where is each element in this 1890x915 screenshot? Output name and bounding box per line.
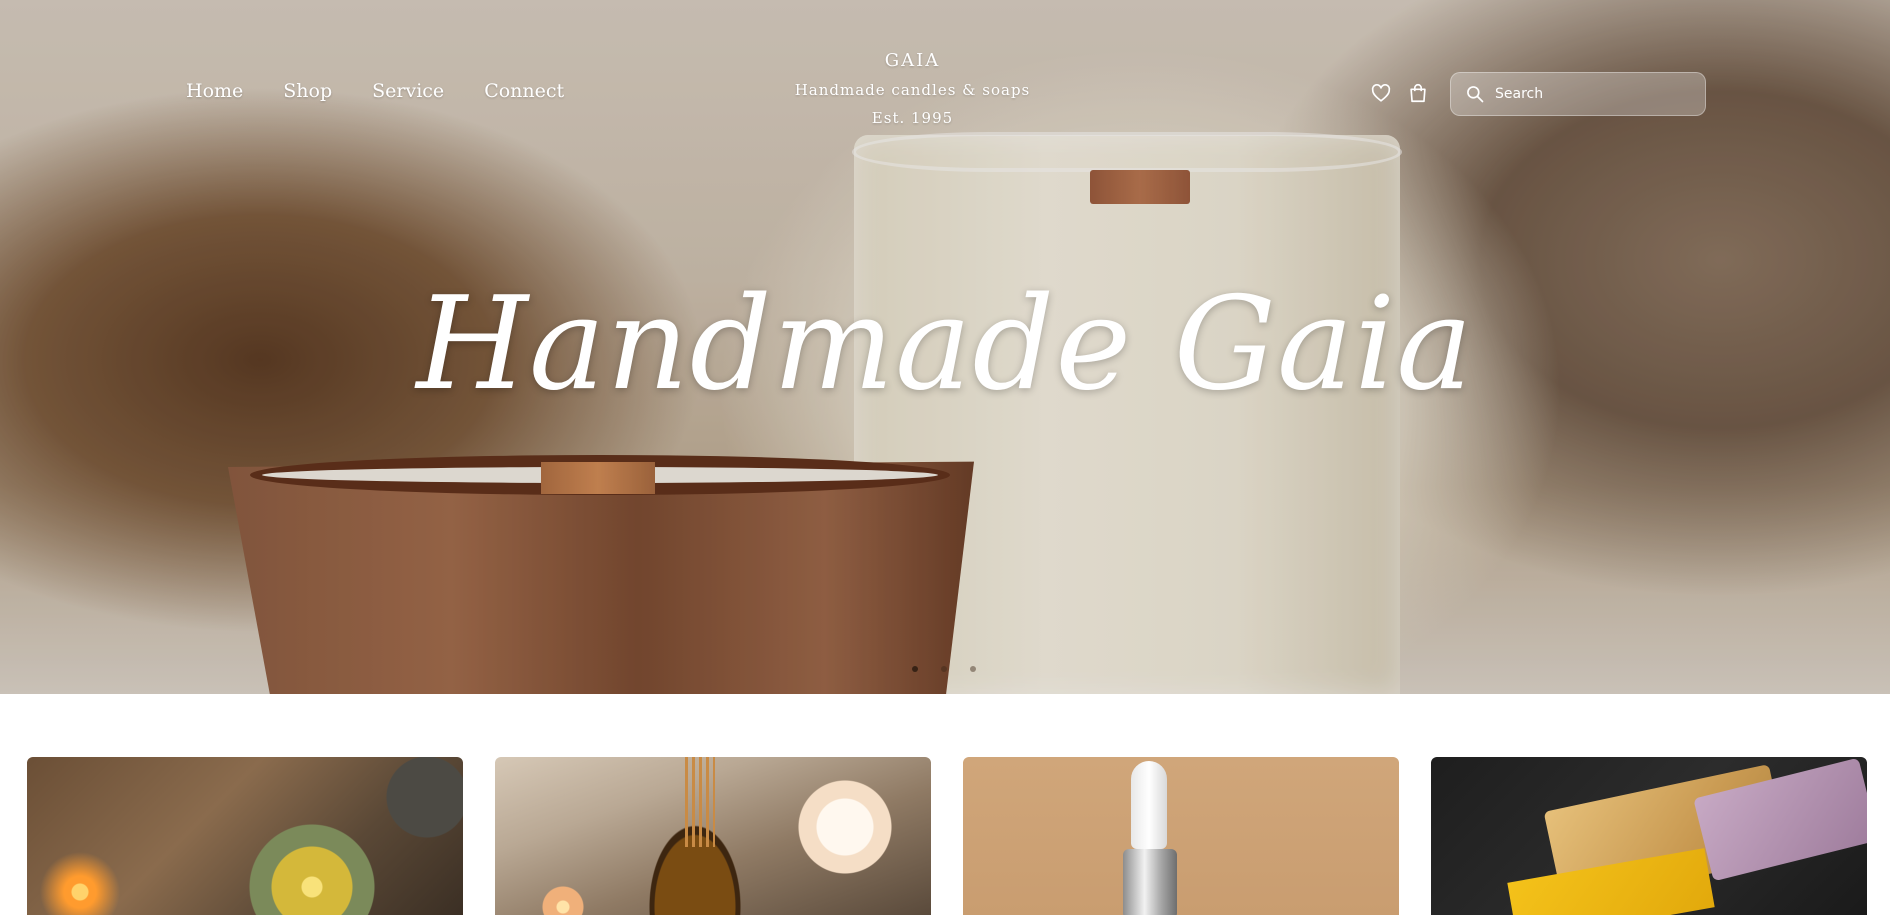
search-box[interactable]: [1450, 72, 1706, 116]
carousel-indicators: [912, 666, 976, 672]
brand-tagline: Handmade candles & soaps: [794, 81, 1031, 99]
carousel-dot-1[interactable]: [912, 666, 918, 672]
heart-icon[interactable]: [1370, 82, 1394, 106]
brand-name: GAIA: [884, 50, 941, 71]
product-card-candles[interactable]: [27, 757, 463, 915]
carousel-dot-3[interactable]: [970, 666, 976, 672]
product-card-diffuser[interactable]: [495, 757, 931, 915]
brand-established: Est. 1995: [871, 109, 954, 127]
search-icon: [1467, 86, 1484, 103]
nav-connect-link[interactable]: Connect: [484, 80, 564, 102]
nav-service-link[interactable]: Service: [372, 80, 444, 102]
main-nav: Home Shop Service Connect: [186, 80, 564, 102]
soap-bar-yellow: [1507, 848, 1715, 915]
nav-home-link[interactable]: Home: [186, 80, 243, 102]
search-input[interactable]: [1493, 85, 1697, 103]
shopping-bag-icon[interactable]: [1407, 82, 1431, 106]
product-card-soaps[interactable]: [1431, 757, 1867, 915]
nav-shop-link[interactable]: Shop: [283, 80, 332, 102]
product-grid: [27, 757, 1867, 915]
brand-logo[interactable]: GAIA Handmade candles & soaps Est. 1995: [745, 50, 1080, 127]
carousel-dot-2[interactable]: [941, 666, 947, 672]
product-card-serum[interactable]: [963, 757, 1399, 915]
hero-title: Handmade Gaia: [416, 270, 1474, 419]
